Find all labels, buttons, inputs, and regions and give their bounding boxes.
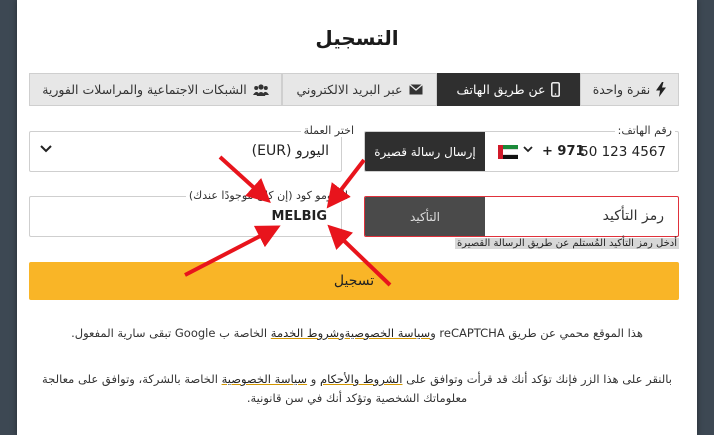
envelope-icon bbox=[408, 84, 423, 95]
phone-label: رقم الهاتف: bbox=[614, 124, 675, 137]
confirmation-code-input[interactable]: رمز التأكيد bbox=[603, 208, 664, 224]
uae-flag-icon[interactable] bbox=[498, 145, 518, 159]
tab-one-click-label: نقرة واحدة bbox=[592, 82, 651, 97]
recaptcha-text-before: هذا الموقع محمي عن طريق reCAPTCHA و bbox=[430, 326, 643, 340]
promo-code-value: MELBIG bbox=[271, 209, 327, 224]
country-chevron-icon[interactable] bbox=[523, 146, 533, 153]
registration-tabs: الشبكات الاجتماعية والمراسلات الفورية عب… bbox=[29, 73, 679, 106]
tab-social-label: الشبكات الاجتماعية والمراسلات الفورية bbox=[42, 82, 247, 97]
confirmation-code-field: التأكيد رمز التأكيد bbox=[364, 196, 679, 237]
recaptcha-text-after: الخاصة ب Google تبقى سارية المفعول. bbox=[71, 326, 271, 340]
tab-one-click[interactable]: نقرة واحدة bbox=[580, 73, 679, 106]
country-code: + 971 bbox=[542, 144, 585, 159]
promo-code-label: البرومو كود (إن كان موجودًا عندك) bbox=[185, 189, 351, 202]
terms-link[interactable]: الشروط والأحكام bbox=[320, 372, 403, 386]
agreement-text-middle: و bbox=[307, 372, 320, 386]
confirmation-hint: أدخل رمز التأكيد المُستلم عن طريق الرسال… bbox=[454, 238, 679, 249]
register-button[interactable]: تسجيل bbox=[29, 262, 679, 300]
currency-select[interactable]: اليورو (EUR) bbox=[29, 131, 342, 172]
currency-label: اختر العملة bbox=[300, 124, 357, 137]
tab-email-label: عبر البريد الالكتروني bbox=[296, 82, 403, 97]
chevron-down-icon bbox=[40, 145, 52, 153]
currency-value: اليورو (EUR) bbox=[251, 143, 329, 159]
tab-email[interactable]: عبر البريد الالكتروني bbox=[282, 73, 437, 106]
google-privacy-link[interactable]: سياسة الخصوصية bbox=[345, 326, 431, 340]
promo-code-input[interactable]: MELBIG bbox=[29, 196, 342, 237]
recaptcha-notice: هذا الموقع محمي عن طريق reCAPTCHA وسياسة… bbox=[17, 326, 697, 340]
confirm-button[interactable]: التأكيد bbox=[365, 197, 485, 236]
phone-number-input[interactable]: 50 123 4567 bbox=[580, 144, 666, 160]
phone-field: إرسال رسالة قصيرة + 971 50 123 4567 bbox=[364, 131, 679, 172]
google-terms-link[interactable]: شروط الخدمة bbox=[271, 326, 339, 340]
registration-modal: التسجيل الشبكات الاجتماعية والمراسلات ال… bbox=[17, 0, 697, 435]
tab-social[interactable]: الشبكات الاجتماعية والمراسلات الفورية bbox=[29, 73, 282, 106]
agreement-text-before: بالنقر على هذا الزر فإنك تؤكد أنك قد قرأ… bbox=[402, 372, 672, 386]
mobile-icon bbox=[551, 82, 561, 97]
privacy-link[interactable]: سياسة الخصوصية bbox=[222, 372, 308, 386]
bolt-icon bbox=[656, 82, 667, 97]
agreement-notice: بالنقر على هذا الزر فإنك تؤكد أنك قد قرأ… bbox=[41, 370, 673, 408]
page-title: التسجيل bbox=[315, 26, 399, 50]
tab-phone-label: عن طريق الهاتف bbox=[456, 82, 546, 97]
send-sms-button[interactable]: إرسال رسالة قصيرة bbox=[365, 132, 485, 171]
tab-phone[interactable]: عن طريق الهاتف bbox=[437, 73, 580, 106]
users-icon bbox=[252, 83, 269, 96]
